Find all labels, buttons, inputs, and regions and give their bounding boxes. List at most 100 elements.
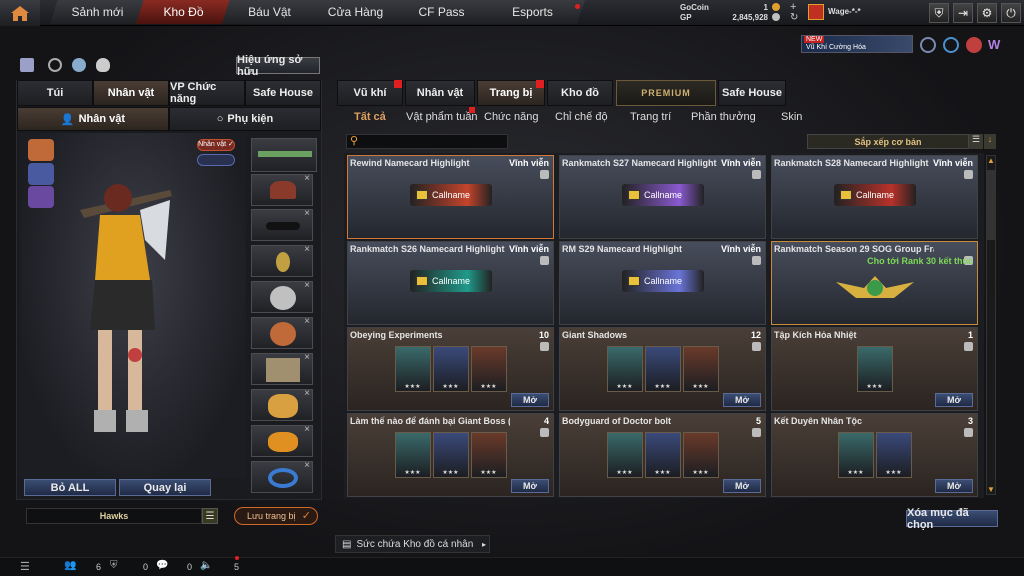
slot-emblem-1[interactable]: × <box>251 280 313 313</box>
char-type-icon-1[interactable] <box>28 139 54 161</box>
subtab-vat-pham-tuan[interactable]: Vật phẩm tuần <box>406 111 478 123</box>
remove-icon[interactable]: × <box>304 424 310 435</box>
scroll-down-icon[interactable]: ▼ <box>987 485 995 494</box>
tab-tui[interactable]: Túi <box>17 80 93 106</box>
subtab-chi-che-do[interactable]: Chỉ chế độ <box>555 111 608 123</box>
view-icon[interactable] <box>72 58 86 72</box>
slot-glasses[interactable]: × <box>251 208 313 241</box>
slot-medal-1[interactable]: × <box>251 244 313 277</box>
item-card[interactable]: Obeying Experiments 10 ★★★ ★★★ ★★★ Mở <box>347 327 554 411</box>
subtab-tat-ca[interactable]: Tất cả <box>354 111 386 123</box>
tab-kho-do[interactable]: Kho Đồ <box>136 0 231 24</box>
subtab-phu-kien[interactable]: ○ Phụ kiện <box>169 107 321 131</box>
item-card[interactable]: Kết Duyên Nhân Tộc 3 ★★★ ★★★ Mở <box>771 413 978 497</box>
tab-trang-bi[interactable]: Trang bị <box>477 80 545 106</box>
loadout-name-field[interactable]: Hawks <box>26 508 202 524</box>
slot-weapon[interactable] <box>251 138 317 172</box>
rotate-icon[interactable] <box>48 58 62 72</box>
tab-premium[interactable]: PREMIUM <box>616 80 716 106</box>
tab-vp-chuc-nang[interactable]: VP Chức năng <box>169 80 245 106</box>
tab-bau-vat[interactable]: Báu Vật <box>222 0 317 24</box>
slot-gloves[interactable]: × <box>251 388 313 421</box>
save-loadout-button[interactable]: Lưu trang bị ✓ <box>234 507 318 525</box>
friends-icon[interactable]: 👥 <box>64 560 76 571</box>
open-button[interactable]: Mở <box>723 393 761 407</box>
event-icon-1[interactable] <box>920 37 936 53</box>
event-icon-3[interactable] <box>966 37 982 53</box>
effect-button[interactable]: Hiệu ứng sở hữu <box>236 54 320 78</box>
remove-icon[interactable]: × <box>304 244 310 255</box>
refresh-icon[interactable]: ↻ <box>790 12 798 23</box>
search-input[interactable]: ⚲ <box>346 134 508 149</box>
item-card[interactable]: Rankmatch S28 Namecard Highlight Vĩnh viễ… <box>771 155 978 239</box>
open-button[interactable]: Mở <box>511 479 549 493</box>
slot-armor[interactable]: × <box>251 352 313 385</box>
slot-ring[interactable]: × <box>251 460 313 493</box>
char-type-icon-3[interactable] <box>28 186 54 208</box>
menu-icon[interactable]: ☰ <box>202 508 218 524</box>
item-card[interactable]: Rankmatch S27 Namecard Highlight Vĩnh viễ… <box>559 155 766 239</box>
subtab-trang-tri[interactable]: Trang trí <box>630 111 671 123</box>
chat-icon[interactable]: 💬 <box>156 560 168 571</box>
scroll-thumb[interactable] <box>987 170 995 240</box>
tab-nhan-vat-left[interactable]: Nhân vật <box>93 80 169 106</box>
remove-icon[interactable]: × <box>304 173 310 184</box>
remove-icon[interactable]: × <box>304 316 310 327</box>
menu-icon[interactable]: ☰ <box>969 134 983 149</box>
shield-icon[interactable]: ⛨ <box>929 3 949 23</box>
char-badge[interactable]: Nhân vật ✓ <box>197 139 235 151</box>
remove-icon[interactable]: × <box>304 352 310 363</box>
tab-safe-house-right[interactable]: Safe House <box>718 80 786 106</box>
item-card[interactable]: RM S29 Namecard Highlight Vĩnh viễn Callna… <box>559 241 766 325</box>
username[interactable]: Wage-*-* <box>828 7 861 16</box>
power-icon[interactable]: ⏻ <box>1001 3 1021 23</box>
delete-selected-button[interactable]: Xóa mục đã chọn <box>906 507 998 531</box>
item-card[interactable]: Làm thế nào để đánh bại Giant Boss (M 4 ★★… <box>347 413 554 497</box>
char-type-icon-2[interactable] <box>28 163 54 185</box>
scrollbar[interactable]: ▲ ▼ <box>986 155 996 495</box>
tab-esports[interactable]: Esports <box>480 0 585 24</box>
slot-hat[interactable]: × <box>251 173 313 206</box>
volume-icon[interactable]: 🔈 <box>200 560 212 571</box>
tab-cua-hang[interactable]: Cửa Hàng <box>308 0 403 24</box>
promo-banner[interactable]: NEW Vũ Khí Cường Hóa <box>801 35 913 53</box>
item-card[interactable]: Rewind Namecard Highlight Vĩnh viễn Callna… <box>347 155 554 239</box>
visibility-toggle[interactable] <box>197 154 235 166</box>
item-card[interactable]: Rankmatch Season 29 SOG Group Fram Cho tớ… <box>771 241 978 325</box>
remove-icon[interactable]: × <box>304 388 310 399</box>
item-card[interactable]: Bodyguard of Doctor bolt 5 ★★★ ★★★ ★★★ Mở <box>559 413 766 497</box>
scroll-up-icon[interactable]: ▲ <box>987 156 995 165</box>
tab-kho-do-right[interactable]: Kho đồ <box>547 80 613 106</box>
gear-icon[interactable]: ⚙ <box>977 3 997 23</box>
clan-icon[interactable]: ⛨ <box>110 560 118 571</box>
slot-emblem-2[interactable]: × <box>251 316 313 349</box>
subtab-phan-thuong[interactable]: Phần thưởng <box>691 111 756 123</box>
open-button[interactable]: Mở <box>935 393 973 407</box>
subtab-nhan-vat[interactable]: 👤 Nhân vật <box>17 107 169 131</box>
pet-icon[interactable] <box>96 58 110 72</box>
remove-icon[interactable]: × <box>304 280 310 291</box>
item-card[interactable]: Tập Kích Hỏa Nhiệt 1 ★★★ Mở <box>771 327 978 411</box>
open-button[interactable]: Mở <box>723 479 761 493</box>
item-card[interactable]: Giant Shadows 12 ★★★ ★★★ ★★★ Mở <box>559 327 766 411</box>
home-button[interactable] <box>0 0 40 26</box>
exit-icon[interactable]: ⇥ <box>953 3 973 23</box>
remove-all-button[interactable]: Bỏ ALL <box>24 479 116 496</box>
gift-icon[interactable] <box>20 58 34 72</box>
remove-icon[interactable]: × <box>304 208 310 219</box>
event-icon-4[interactable]: W <box>988 37 1006 53</box>
remove-icon[interactable]: × <box>304 460 310 471</box>
tab-cf-pass[interactable]: CF Pass <box>394 0 489 24</box>
tab-sanh-moi[interactable]: Sảnh mới <box>50 0 145 24</box>
open-button[interactable]: Mở <box>511 393 549 407</box>
open-button[interactable]: Mở <box>935 479 973 493</box>
list-icon[interactable]: ☰ <box>20 560 30 573</box>
event-icon-2[interactable] <box>943 37 959 53</box>
sort-arrow-icon[interactable]: ↓ <box>984 134 996 149</box>
subtab-chuc-nang[interactable]: Chức năng <box>484 111 538 123</box>
storage-capacity-bar[interactable]: ▤ Sức chứa Kho đồ cá nhân ▸ <box>335 535 490 553</box>
sort-dropdown[interactable]: Sắp xếp cơ bản <box>807 134 969 149</box>
subtab-skin[interactable]: Skin <box>781 111 802 123</box>
tab-safe-house-left[interactable]: Safe House <box>245 80 321 106</box>
tab-nhan-vat-right[interactable]: Nhân vật <box>405 80 475 106</box>
